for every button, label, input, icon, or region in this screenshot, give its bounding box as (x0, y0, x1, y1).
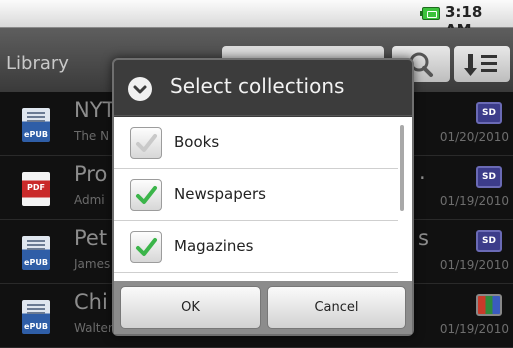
checkbox-magazines[interactable] (130, 231, 162, 263)
item-title: Pet (74, 226, 108, 250)
battery-charging-icon (420, 7, 440, 20)
sd-card-icon: SD (476, 230, 502, 252)
cancel-button[interactable]: Cancel (267, 286, 406, 329)
option-newspapers[interactable]: Newspapers (114, 169, 398, 221)
sort-button[interactable] (454, 46, 510, 82)
option-magazines[interactable]: Magazines (114, 221, 398, 273)
dialog-header: Select collections (114, 60, 412, 116)
item-subtitle: The N (74, 129, 110, 143)
option-label: Magazines (174, 237, 254, 255)
check-icon (136, 134, 157, 152)
select-collections-dialog: Select collections Books Newspapers Maga… (112, 58, 414, 336)
item-date: 01/20/2010 (439, 130, 509, 144)
pdf-icon: PDF (22, 172, 50, 206)
epub-icon: ePUB (22, 108, 50, 142)
ok-button[interactable]: OK (120, 286, 261, 329)
item-subtitle: Admi (74, 193, 105, 207)
item-date: 01/19/2010 (439, 258, 509, 272)
dialog-title: Select collections (170, 74, 345, 98)
collection-options: Books Newspapers Magazines (114, 117, 412, 281)
item-title-overflow: . (419, 160, 426, 184)
page-title: Library (6, 53, 69, 74)
options-scrollbar[interactable] (400, 125, 404, 211)
item-title-overflow: s (418, 226, 429, 250)
check-icon (136, 186, 157, 204)
item-date: 01/19/2010 (439, 194, 509, 208)
chevron-down-circle-icon (128, 77, 152, 101)
dialog-button-bar: OK Cancel (114, 281, 412, 334)
screen: 3:18 AM Library ePUB NYT The N SD (0, 0, 513, 348)
item-title: NYT (74, 98, 116, 122)
option-books[interactable]: Books (114, 117, 398, 169)
checkbox-newspapers[interactable] (130, 179, 162, 211)
item-subtitle: James (74, 257, 111, 271)
books-icon (476, 294, 502, 316)
item-title: Chi (74, 290, 108, 314)
item-date: 01/19/2010 (439, 322, 509, 336)
epub-icon: ePUB (22, 236, 50, 270)
option-label: Newspapers (174, 185, 266, 203)
check-icon (136, 238, 157, 256)
sd-card-icon: SD (476, 166, 502, 188)
status-bar: 3:18 AM (0, 0, 513, 39)
checkbox-books[interactable] (130, 127, 162, 159)
option-label: Books (174, 133, 220, 151)
sort-icon (464, 54, 497, 76)
sd-card-icon: SD (476, 102, 502, 124)
epub-icon: ePUB (22, 300, 50, 334)
item-title: Pro (74, 162, 108, 186)
